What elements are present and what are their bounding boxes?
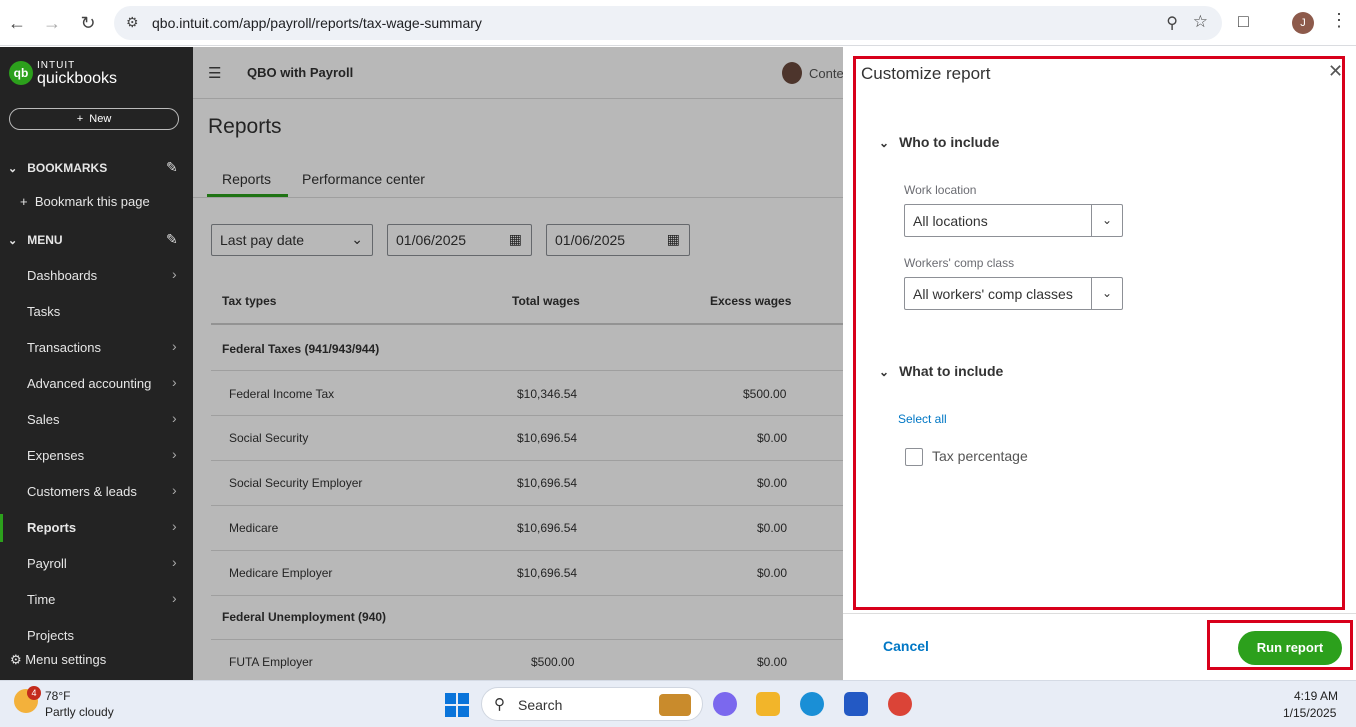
footer-divider xyxy=(843,613,1356,614)
comp-class-label: Workers' comp class xyxy=(904,256,1015,270)
clock-time[interactable]: 4:19 AM xyxy=(1294,689,1338,703)
work-location-select[interactable]: All locations ⌄ xyxy=(904,204,1123,237)
tax-percentage-label[interactable]: Tax percentage xyxy=(932,448,1028,464)
who-to-include-label: Who to include xyxy=(899,134,1000,150)
chevron-down-icon: ⌄ xyxy=(879,365,890,379)
chevron-right-icon: › xyxy=(172,374,177,390)
sidebar-item-payroll[interactable]: Payroll xyxy=(27,556,67,571)
select-all-link[interactable]: Select all xyxy=(898,412,947,426)
briefcase-icon xyxy=(659,694,691,716)
bookmark-this-page[interactable]: + Bookmark this page xyxy=(20,194,150,209)
chevron-right-icon: › xyxy=(172,590,177,606)
logo-quickbooks-text: quickbooks xyxy=(37,70,118,87)
search-label: Search xyxy=(518,697,563,713)
comp-class-select[interactable]: All workers' comp classes ⌄ xyxy=(904,277,1123,310)
browser-menu-icon[interactable]: ⋮ xyxy=(1330,10,1348,31)
bookmarks-header[interactable]: ⌄ BOOKMARKS xyxy=(8,161,107,175)
clock-date[interactable]: 1/15/2025 xyxy=(1283,706,1336,720)
copilot-icon[interactable] xyxy=(713,692,737,716)
chevron-down-icon: ⌄ xyxy=(8,163,18,175)
sidebar-item-dashboards[interactable]: Dashboards xyxy=(27,268,97,283)
chrome-icon[interactable] xyxy=(888,692,912,716)
weather-condition[interactable]: Partly cloudy xyxy=(45,705,114,719)
profile-avatar[interactable]: J xyxy=(1292,12,1314,34)
sidebar-item-projects[interactable]: Projects xyxy=(27,628,74,643)
weather-badge: 4 xyxy=(27,686,41,700)
extensions-icon[interactable]: □ xyxy=(1238,11,1249,32)
chevron-down-icon[interactable]: ⌄ xyxy=(1091,278,1122,309)
active-indicator xyxy=(0,514,3,542)
store-icon[interactable] xyxy=(844,692,868,716)
bookmark-star-icon[interactable]: ☆ xyxy=(1193,12,1208,32)
taskbar: 4 78°F Partly cloudy ⚲ Search 4:19 AM 1/… xyxy=(0,680,1356,727)
site-settings-icon[interactable]: ⚙ xyxy=(126,14,139,31)
chevron-right-icon: › xyxy=(172,266,177,282)
bookmark-this-label: Bookmark this page xyxy=(34,194,150,209)
sidebar: qb INTUIT quickbooks + New ⌄ BOOKMARKS ✎ … xyxy=(0,47,193,680)
edit-menu-icon[interactable]: ✎ xyxy=(166,231,178,248)
comp-class-value: All workers' comp classes xyxy=(913,286,1073,302)
sidebar-item-transactions[interactable]: Transactions xyxy=(27,340,101,355)
sidebar-item-expenses[interactable]: Expenses xyxy=(27,448,84,463)
reload-icon[interactable]: ↻ xyxy=(76,11,100,35)
highlight-box xyxy=(1207,620,1353,670)
chevron-right-icon: › xyxy=(172,482,177,498)
chevron-right-icon: › xyxy=(172,518,177,534)
sidebar-item-customers-leads[interactable]: Customers & leads xyxy=(27,484,137,499)
quickbooks-logo-icon: qb xyxy=(9,61,33,85)
chevron-down-icon: ⌄ xyxy=(8,235,18,247)
cancel-button[interactable]: Cancel xyxy=(883,638,929,654)
chevron-down-icon: ⌄ xyxy=(879,136,890,150)
taskbar-search[interactable]: ⚲ Search xyxy=(481,687,703,721)
customize-report-panel: Customize report ✕ ⌄ Who to include Work … xyxy=(843,47,1356,680)
menu-settings[interactable]: ⚙ Menu settings xyxy=(10,652,106,668)
chevron-right-icon: › xyxy=(172,554,177,570)
sidebar-item-reports[interactable]: Reports xyxy=(27,520,76,535)
bookmarks-label: BOOKMARKS xyxy=(27,161,108,175)
menu-label: MENU xyxy=(27,233,63,247)
gear-icon: ⚙ xyxy=(10,652,22,667)
sidebar-item-advanced-accounting[interactable]: Advanced accounting xyxy=(27,376,151,391)
work-location-label: Work location xyxy=(904,183,977,197)
what-to-include-toggle[interactable]: ⌄ What to include xyxy=(879,363,1003,379)
temperature[interactable]: 78°F xyxy=(45,689,70,703)
what-to-include-label: What to include xyxy=(899,363,1004,379)
address-bar[interactable]: ⚙ qbo.intuit.com/app/payroll/reports/tax… xyxy=(114,6,1222,40)
forward-icon[interactable]: → xyxy=(40,11,64,35)
chevron-right-icon: › xyxy=(172,446,177,462)
browser-toolbar: ← → ↻ ⚙ qbo.intuit.com/app/payroll/repor… xyxy=(0,0,1356,46)
main-content: ☰ QBO with Payroll Conte Reports Reports… xyxy=(193,47,844,680)
windows-start-icon[interactable] xyxy=(445,693,469,717)
zoom-icon[interactable]: ⚲ xyxy=(1166,13,1178,33)
chevron-right-icon: › xyxy=(172,338,177,354)
back-icon[interactable]: ← xyxy=(5,11,29,35)
file-explorer-icon[interactable] xyxy=(756,692,780,716)
new-button-label: New xyxy=(89,113,112,125)
close-icon[interactable]: ✕ xyxy=(1328,61,1343,82)
sidebar-item-sales[interactable]: Sales xyxy=(27,412,60,427)
new-button[interactable]: + New xyxy=(9,108,179,130)
url-text[interactable]: qbo.intuit.com/app/payroll/reports/tax-w… xyxy=(152,15,482,31)
modal-overlay[interactable] xyxy=(193,47,843,680)
work-location-value: All locations xyxy=(913,213,988,229)
who-to-include-toggle[interactable]: ⌄ Who to include xyxy=(879,134,999,150)
menu-header[interactable]: ⌄ MENU xyxy=(8,233,63,247)
search-icon: ⚲ xyxy=(494,696,505,713)
edit-bookmarks-icon[interactable]: ✎ xyxy=(166,159,178,176)
chevron-down-icon[interactable]: ⌄ xyxy=(1091,205,1122,236)
sidebar-item-time[interactable]: Time xyxy=(27,592,55,607)
edge-icon[interactable] xyxy=(800,692,824,716)
tax-percentage-checkbox[interactable] xyxy=(905,448,923,466)
chevron-right-icon: › xyxy=(172,410,177,426)
panel-title: Customize report xyxy=(861,64,991,83)
menu-settings-label: Menu settings xyxy=(25,652,107,667)
sidebar-item-tasks[interactable]: Tasks xyxy=(27,304,60,319)
